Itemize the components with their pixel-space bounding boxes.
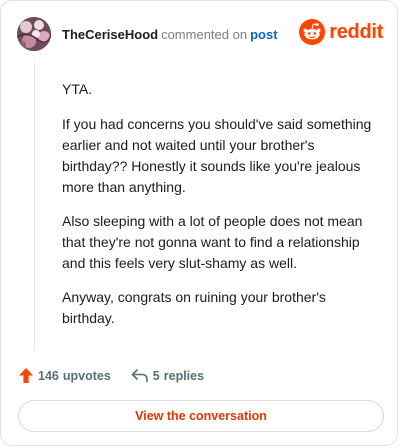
commented-on-text: commented on — [161, 26, 248, 42]
comment-paragraph: If you had concerns you should've said s… — [62, 116, 372, 195]
username[interactable]: TheCeriseHood — [62, 27, 158, 42]
comment-header: TheCeriseHood commented on post — [17, 17, 278, 51]
comment-paragraph: Also sleeping with a lot of people does … — [62, 213, 363, 271]
view-conversation-button[interactable]: View the conversation — [18, 400, 384, 432]
comment-meta: TheCeriseHood commented on post — [62, 27, 278, 42]
upvote-button[interactable]: 146 upvotes — [18, 367, 111, 384]
reddit-snoo-icon — [299, 19, 326, 45]
reddit-logo[interactable]: reddit — [299, 19, 383, 45]
upvotes-label: upvotes — [62, 368, 111, 383]
upvotes-count: 146 — [38, 368, 59, 383]
post-link[interactable]: post — [250, 27, 277, 42]
replies-label: replies — [163, 368, 205, 383]
avatar-image — [17, 17, 51, 51]
avatar[interactable] — [17, 17, 51, 51]
reddit-wordmark: reddit — [329, 20, 383, 43]
comment-body: YTA. If you had concerns you should've s… — [62, 67, 374, 342]
replies-button[interactable]: 5 replies — [131, 369, 204, 383]
thread-line — [34, 61, 35, 351]
comment-paragraph: YTA. — [62, 81, 93, 97]
comment-actions: 146 upvotes 5 replies — [18, 367, 204, 384]
reply-arrow-icon — [131, 368, 148, 382]
comment-card: TheCeriseHood commented on post reddit YTA… — [0, 0, 398, 446]
replies-count: 5 — [152, 368, 160, 383]
upvote-arrow-icon — [19, 368, 33, 383]
comment-paragraph: Anyway, congrats on ruining your brother… — [62, 289, 326, 326]
